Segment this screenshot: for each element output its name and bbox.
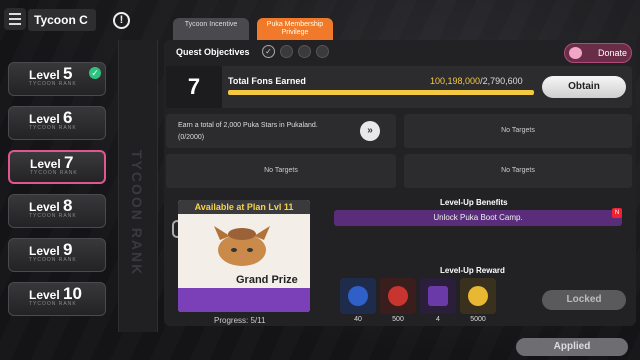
level-item-9[interactable]: Level 9 TYCOON RANK (8, 238, 106, 272)
quest-dot (298, 45, 311, 58)
level-item-7[interactable]: Level 7 TYCOON RANK (8, 150, 106, 184)
grand-prize-card[interactable]: Available at Plan Lvl 11 Grand Prize (178, 200, 310, 312)
level-sub-label: TYCOON RANK (29, 213, 77, 219)
quest-cell: No Targets (404, 114, 632, 148)
benefit-item: Unlock Puka Boot Camp. (334, 210, 622, 226)
fons-progress-bar (228, 90, 534, 95)
reward-qty: 5000 (470, 316, 486, 323)
quest-text: Earn a total of 2,000 Puka Stars in Puka… (178, 122, 318, 129)
info-icon[interactable]: ! (113, 12, 130, 29)
level-sub-label: TYCOON RANK (29, 81, 77, 87)
prize-title: Grand Prize (236, 274, 298, 286)
blue-orb-icon (348, 286, 368, 306)
level-sub-label: TYCOON RANK (29, 257, 77, 263)
rank-strip: TYCOON RANK (118, 40, 158, 332)
level-sub-label: TYCOON RANK (30, 170, 78, 176)
cat-icon (214, 226, 270, 266)
check-icon: ✓ (89, 67, 101, 79)
current-level-number: 7 (166, 66, 222, 108)
reward-item[interactable] (420, 278, 456, 314)
obtain-button[interactable]: Obtain (542, 76, 626, 98)
rank-strip-label: TYCOON RANK (129, 150, 145, 277)
fons-value: 100,198,000/2,790,600 (430, 76, 523, 86)
donate-button[interactable]: Donate (564, 43, 632, 63)
level-sub-label: TYCOON RANK (29, 301, 77, 307)
fons-progress-fill (228, 90, 534, 95)
level-item-6[interactable]: Level 6 TYCOON RANK (8, 106, 106, 140)
tab-tycoon-incentive[interactable]: Tycoon Incentive (173, 18, 249, 40)
menu-icon[interactable] (4, 8, 26, 30)
level-item-8[interactable]: Level 8 TYCOON RANK (8, 194, 106, 228)
no-targets-label: No Targets (501, 127, 535, 134)
prize-bottom-band (178, 288, 310, 312)
quest-dot (316, 45, 329, 58)
reward-item[interactable] (460, 278, 496, 314)
red-token-icon (388, 286, 408, 306)
applied-button[interactable]: Applied (516, 338, 628, 356)
prize-banner: Available at Plan Lvl 11 (178, 200, 310, 214)
reward-title: Level-Up Reward (440, 266, 505, 275)
reward-qty: 4 (436, 316, 440, 323)
new-badge: N (612, 208, 622, 218)
quest-objectives-label: Quest Objectives (176, 47, 250, 57)
reward-qty: 40 (354, 316, 362, 323)
go-button[interactable]: » (360, 121, 380, 141)
level-item-10[interactable]: Level 10 TYCOON RANK (8, 282, 106, 316)
level-sub-label: TYCOON RANK (29, 125, 77, 131)
reward-item[interactable] (340, 278, 376, 314)
ticket-icon (428, 286, 448, 306)
benefits-title: Level-Up Benefits (440, 198, 508, 207)
quest-cell: No Targets (166, 154, 396, 188)
pig-icon (569, 47, 582, 59)
fons-label: Total Fons Earned (228, 76, 306, 86)
no-targets-label: No Targets (501, 167, 535, 174)
prize-progress: Progress: 5/11 (214, 316, 266, 325)
quest-dot (280, 45, 293, 58)
gold-coin-icon (468, 286, 488, 306)
quest-cell: Earn a total of 2,000 Puka Stars in Puka… (166, 114, 396, 148)
quest-progress: (0/2000) (178, 134, 205, 141)
reward-qty: 500 (392, 316, 404, 323)
check-icon: ✓ (262, 45, 275, 58)
fons-row: 7 Total Fons Earned 100,198,000/2,790,60… (166, 66, 632, 108)
page-title: Tycoon C (28, 9, 96, 31)
no-targets-label: No Targets (264, 167, 298, 174)
reward-item[interactable] (380, 278, 416, 314)
locked-button[interactable]: Locked (542, 290, 626, 310)
level-item-5[interactable]: Level 5 TYCOON RANK ✓ (8, 62, 106, 96)
tab-membership-privilege[interactable]: Puka Membership Privilege (257, 18, 333, 40)
quest-cell: No Targets (404, 154, 632, 188)
level-list: Level 5 TYCOON RANK ✓ Level 6 TYCOON RAN… (0, 40, 112, 332)
